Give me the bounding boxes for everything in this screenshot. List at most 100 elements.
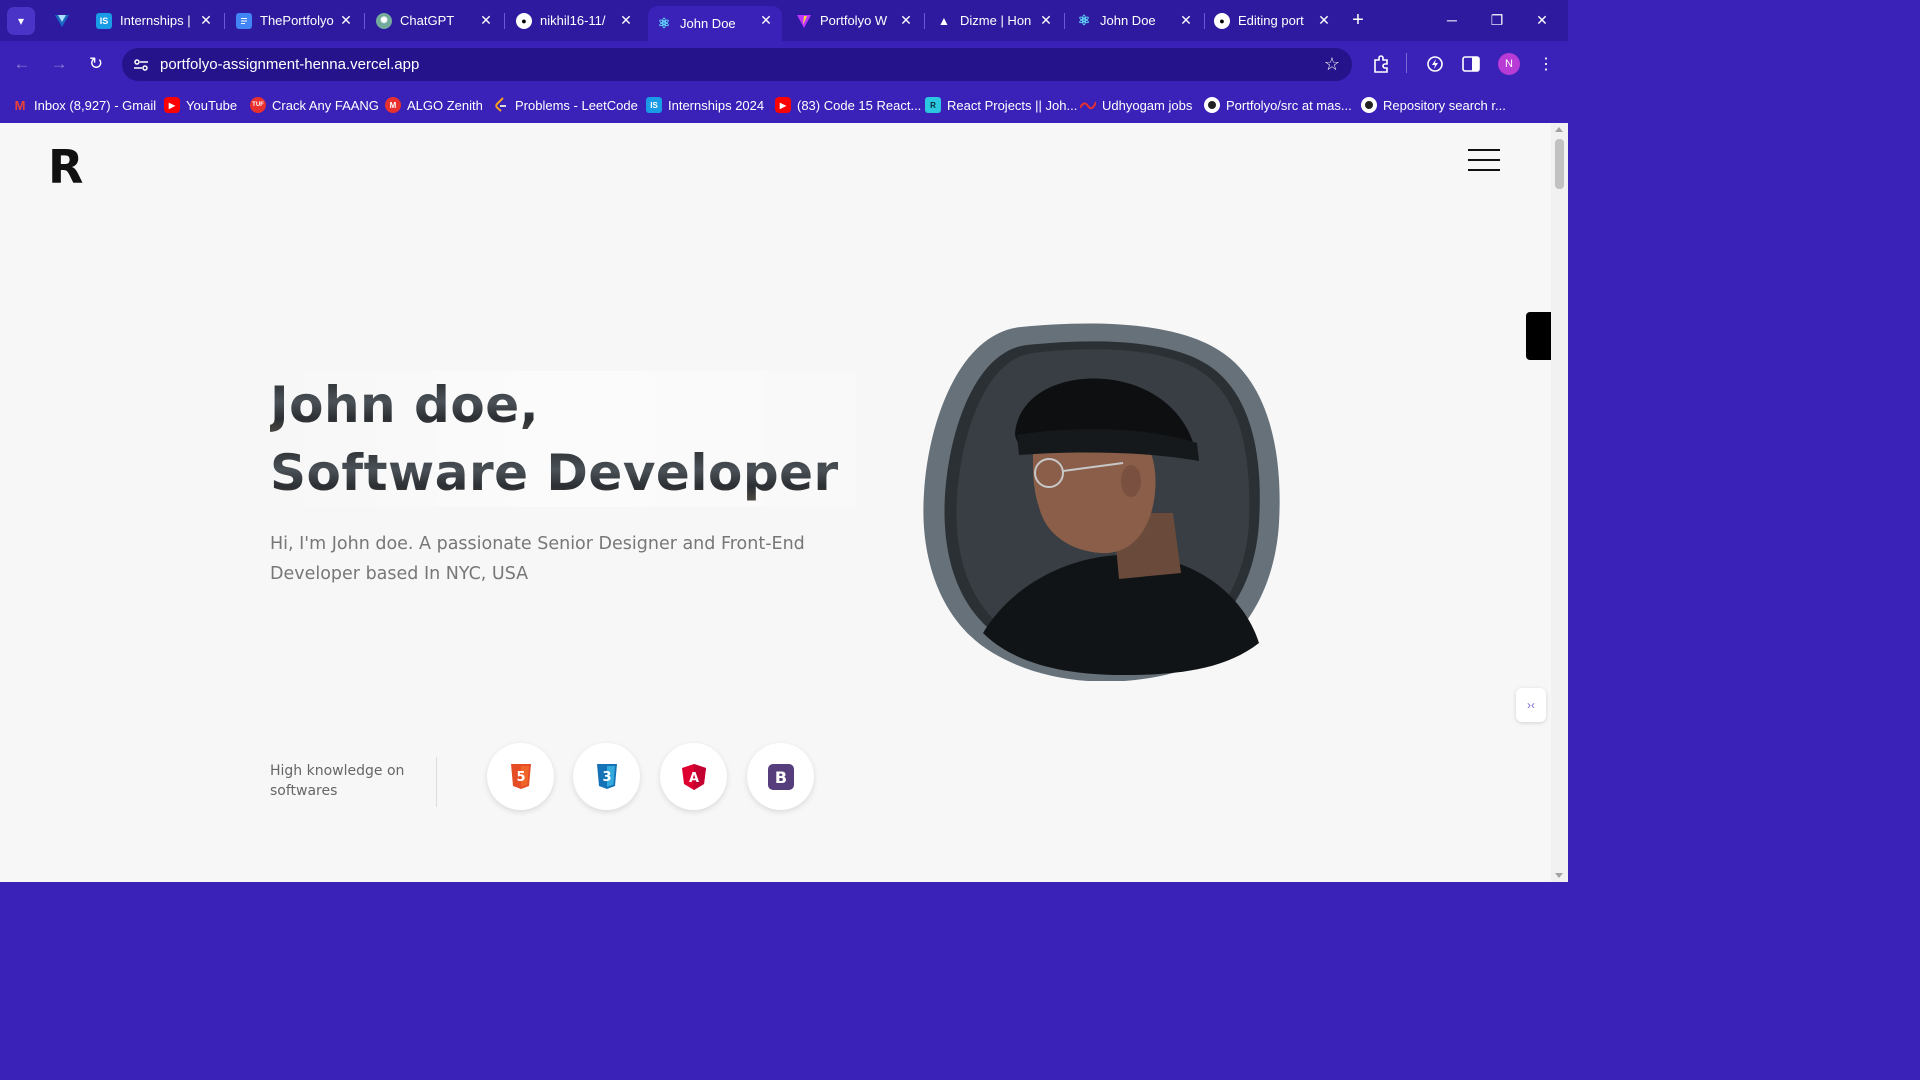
bookmark-repo-search[interactable]: Repository search r... [1361,95,1506,115]
bookmark-algo-zenith[interactable]: M ALGO Zenith [385,95,483,115]
more-menu-icon[interactable]: ⋮ [1535,53,1557,75]
skill-angular[interactable]: A [660,743,727,810]
tab-label: Internships | [120,13,191,28]
back-button[interactable]: ← [10,52,34,76]
arrow-left-icon: ← [13,54,31,73]
skill-css3[interactable]: 3 [573,743,640,810]
bookmark-crack-faang[interactable]: TUF Crack Any FAANG [250,95,379,115]
tab-john-doe-active[interactable]: ⚛ John Doe ✕ [648,6,782,41]
tab-theportfolyo[interactable]: ThePortfolyo ✕ [228,6,362,35]
floating-widget-icon[interactable]: ›‹ [1516,688,1546,722]
tab-chatgpt[interactable]: ✺ ChatGPT ✕ [368,6,502,35]
bookmark-portfolyo-src[interactable]: Portfolyo/src at mas... [1204,95,1352,115]
scroll-up-arrow-icon[interactable] [1555,127,1563,132]
hero-subtitle: Hi, I'm John doe. A passionate Senior De… [270,534,805,584]
close-window-button[interactable]: ✕ [1530,8,1554,32]
bookmark-leetcode[interactable]: Problems - LeetCode [493,95,638,115]
new-tab-button[interactable]: + [1346,8,1370,32]
github-icon [1361,97,1377,113]
site-logo[interactable]: R [48,140,83,194]
bookmark-internships-2024[interactable]: IS Internships 2024 [646,95,764,115]
github-icon: ● [1214,12,1230,29]
tab-label: ChatGPT [400,13,455,28]
bookmark-code15-react[interactable]: ▶ (83) Code 15 React... [775,95,921,115]
tab-separator [504,13,505,29]
close-icon[interactable]: ✕ [338,12,354,28]
restore-button[interactable]: ❐ [1485,8,1509,32]
tab-dizme[interactable]: ▲ Dizme | Hon ✕ [928,6,1062,35]
bookmark-label: Udhyogam jobs [1102,97,1193,113]
vuetify-icon [54,13,70,29]
skill-bootstrap[interactable]: B [747,743,814,810]
tab-internships[interactable]: IS Internships | ✕ [88,6,222,35]
leetcode-icon [493,97,509,113]
close-icon: ✕ [1536,11,1548,28]
minimize-icon: ─ [1447,12,1457,28]
extensions-icon[interactable] [1370,53,1392,75]
page-viewport: R ›‹ John doe, Software Developer Hi, I'… [0,123,1551,882]
performance-icon[interactable] [1424,53,1446,75]
bookmark-label: Internships 2024 [668,97,765,113]
bookmark-star-icon[interactable]: ☆ [1324,54,1340,75]
tab-john-doe-2[interactable]: ⚛ John Doe ✕ [1068,6,1202,35]
browser-toolbar: ← → ↻ portfolyo-assignment-henna.vercel.… [0,41,1568,87]
pinned-tab[interactable] [46,6,76,35]
gmail-icon: M [14,97,26,113]
hero-title: John doe, Software Developer [270,371,857,507]
tab-portfolyo-web[interactable]: Portfolyo W ✕ [788,6,922,35]
side-tab[interactable] [1526,312,1551,360]
bookmark-udhyogam[interactable]: Udhyogam jobs [1080,95,1192,115]
bookmark-label: Repository search r... [1383,97,1506,113]
github-icon: ● [516,12,532,29]
svg-text:3: 3 [602,770,611,785]
react-icon: ⚛ [657,15,671,31]
chatgpt-icon: ✺ [376,12,392,29]
close-icon[interactable]: ✕ [478,12,494,28]
bookmark-react-projects[interactable]: R React Projects || Joh... [925,95,1077,115]
bookmark-label: YouTube [186,97,238,113]
dizme-icon: ▲ [938,13,950,28]
address-bar[interactable]: portfolyo-assignment-henna.vercel.app ☆ [122,48,1352,81]
skill-html5[interactable]: 5 [487,743,554,810]
tab-separator [1064,13,1065,29]
tab-strip: ▾ IS Internships | ✕ ThePortfolyo ✕ ✺ Ch… [0,0,1568,41]
tab-label: ThePortfolyo [260,13,334,28]
reload-button[interactable]: ↻ [84,52,108,76]
profile-photo [923,323,1280,681]
bootstrap-icon: B [767,763,794,790]
bookmark-gmail[interactable]: M Inbox (8,927) - Gmail [12,95,157,115]
side-panel-icon[interactable] [1460,53,1482,75]
close-icon[interactable]: ✕ [898,12,914,28]
bookmark-youtube[interactable]: ▶ YouTube [164,95,237,115]
close-icon[interactable]: ✕ [198,12,214,28]
tab-label: nikhil16-11/ [540,13,606,28]
tab-search-button[interactable]: ▾ [7,7,35,35]
tab-editing-portfolio[interactable]: ● Editing port ✕ [1206,6,1340,35]
restore-icon: ❐ [1490,11,1504,28]
tab-label: Dizme | Hon [960,13,1032,28]
bookmark-label: Problems - LeetCode [515,97,638,113]
page-scrollbar[interactable] [1551,123,1568,882]
profile-avatar[interactable]: N [1498,53,1520,75]
skills-label: High knowledge on softwares [270,763,405,799]
site-info-icon[interactable] [132,56,150,74]
scroll-down-arrow-icon[interactable] [1555,873,1563,878]
toolbar-divider [1406,53,1407,73]
hamburger-line [1468,149,1500,151]
close-icon[interactable]: ✕ [618,12,634,28]
internshala-icon: IS [646,97,662,113]
close-icon[interactable]: ✕ [1316,12,1332,28]
tab-label: John Doe [680,16,736,31]
close-icon[interactable]: ✕ [1038,12,1054,28]
tab-label: Editing port [1238,13,1304,28]
url-text: portfolyo-assignment-henna.vercel.app [160,56,420,73]
minimize-button[interactable]: ─ [1440,8,1464,32]
scroll-thumb[interactable] [1555,139,1564,189]
close-icon[interactable]: ✕ [758,12,774,28]
hamburger-menu-icon[interactable] [1468,147,1500,173]
vite-icon [796,13,812,29]
forward-button[interactable]: → [47,52,71,76]
bookmark-label: Portfolyo/src at mas... [1226,97,1352,113]
close-icon[interactable]: ✕ [1178,12,1194,28]
tab-github-nikhil[interactable]: ● nikhil16-11/ ✕ [508,6,642,35]
